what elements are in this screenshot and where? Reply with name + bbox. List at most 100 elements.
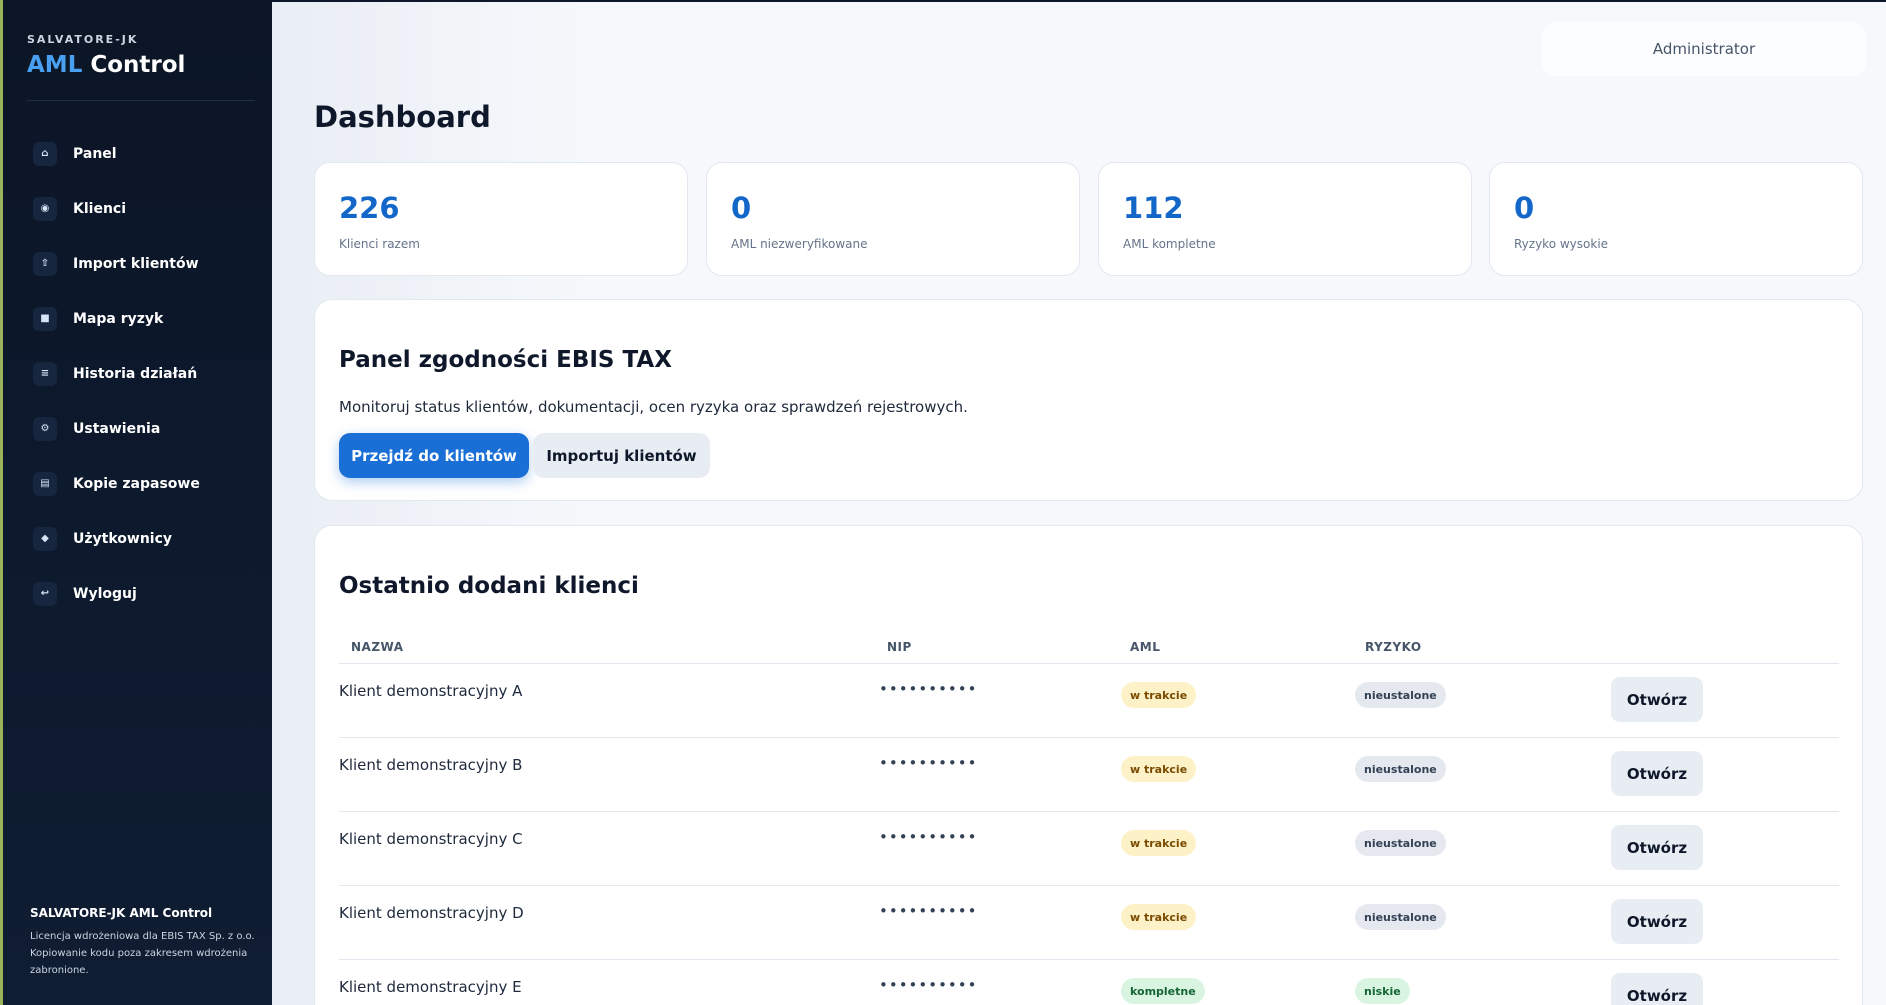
compliance-actions: Przejdź do klientów Importuj klientów xyxy=(339,433,710,478)
stat-label: AML kompletne xyxy=(1123,237,1216,251)
aml-status-badge: w trakcie xyxy=(1121,682,1197,708)
stat-label: AML niezweryfikowane xyxy=(731,237,868,251)
open-client-button[interactable]: Otwórz xyxy=(1611,899,1703,944)
risk-badge: nieustalone xyxy=(1355,682,1446,708)
table-row: Klient demonstracyjny B •••••••••• w tra… xyxy=(339,738,1839,812)
column-header-nip: NIP xyxy=(887,640,912,654)
sidebar-item-label: Panel xyxy=(73,145,117,162)
map-icon: ■ xyxy=(33,306,57,331)
stat-card-high-risk: 0 Ryzyko wysokie xyxy=(1489,162,1863,276)
client-nip: •••••••••• xyxy=(879,976,978,994)
table-row: Klient demonstracyjny D •••••••••• w tra… xyxy=(339,886,1839,960)
client-nip: •••••••••• xyxy=(879,902,978,920)
recent-clients-table: NAZWA NIP AML RYZYKO Klient demonstracyj… xyxy=(339,630,1839,1005)
sidebar-item-klienci[interactable]: ◉ Klienci xyxy=(27,181,257,236)
brand-title: AML Control xyxy=(27,52,255,78)
sidebar-item-label: Użytkownicy xyxy=(73,530,173,547)
brand-subtitle: SALVATORE-JK xyxy=(27,33,139,46)
client-name: Klient demonstracyjny D xyxy=(339,904,524,922)
stat-value: 112 xyxy=(1123,191,1184,225)
risk-badge: nieustalone xyxy=(1355,756,1446,782)
sidebar-item-backups[interactable]: ▤ Kopie zapasowe xyxy=(27,456,257,511)
table-row: Klient demonstracyjny A •••••••••• w tra… xyxy=(339,664,1839,738)
stat-label: Ryzyko wysokie xyxy=(1514,237,1609,251)
aml-status-badge: w trakcie xyxy=(1121,904,1197,930)
sidebar-item-settings[interactable]: ⚙ Ustawienia xyxy=(27,401,257,456)
open-client-button[interactable]: Otwórz xyxy=(1611,973,1703,1005)
brand-title-accent: AML xyxy=(27,52,83,78)
client-nip: •••••••••• xyxy=(879,754,978,772)
user-menu[interactable]: Administrator xyxy=(1542,22,1866,76)
brand: SALVATORE-JK AML Control xyxy=(27,33,255,78)
client-name: Klient demonstracyjny C xyxy=(339,830,523,848)
top-border xyxy=(272,0,1886,2)
sidebar: SALVATORE-JK AML Control ⌂ Panel ◉ Klien… xyxy=(0,0,272,1005)
sidebar-item-logout[interactable]: ↩ Wyloguj xyxy=(27,566,257,621)
sidebar-item-label: Wyloguj xyxy=(73,585,137,602)
client-name: Klient demonstracyjny B xyxy=(339,756,523,774)
open-client-button[interactable]: Otwórz xyxy=(1611,751,1703,796)
sidebar-item-import[interactable]: ⇧ Import klientów xyxy=(27,236,257,291)
sidebar-item-label: Historia działań xyxy=(73,365,198,382)
sidebar-item-label: Mapa ryzyk xyxy=(73,310,164,327)
compliance-panel: Panel zgodności EBIS TAX Monitoruj statu… xyxy=(314,299,1863,501)
stat-label: Klienci razem xyxy=(339,237,420,251)
risk-badge: niskie xyxy=(1355,978,1410,1004)
stat-card-aml-unverified: 0 AML niezweryfikowane xyxy=(706,162,1080,276)
footer-license-line: Kopiowanie kodu poza zakresem wdrożenia xyxy=(30,948,248,959)
table-header: NAZWA NIP AML RYZYKO xyxy=(339,630,1839,664)
import-clients-button[interactable]: Importuj klientów xyxy=(533,433,710,478)
footer-title: SALVATORE-JK AML Control xyxy=(30,906,213,920)
brand-title-rest: Control xyxy=(90,52,186,78)
aml-status-badge: w trakcie xyxy=(1121,756,1197,782)
gear-icon: ⚙ xyxy=(33,416,57,441)
brand-divider xyxy=(27,100,255,101)
client-nip: •••••••••• xyxy=(879,680,978,698)
column-header-aml: AML xyxy=(1130,640,1161,654)
footer-license-line: Licencja wdrożeniowa dla EBIS TAX Sp. z … xyxy=(30,931,255,942)
table-row: Klient demonstracyjny E •••••••••• kompl… xyxy=(339,960,1839,1005)
client-name: Klient demonstracyjny E xyxy=(339,978,522,996)
aml-status-badge: w trakcie xyxy=(1121,830,1197,856)
users-icon: ◉ xyxy=(33,196,57,221)
sidebar-item-users[interactable]: ◆ Użytkownicy xyxy=(27,511,257,566)
open-client-button[interactable]: Otwórz xyxy=(1611,677,1703,722)
footer-license-line: zabronione. xyxy=(30,965,89,976)
recent-clients-panel: Ostatnio dodani klienci NAZWA NIP AML RY… xyxy=(314,525,1863,1005)
sidebar-item-history[interactable]: ≡ Historia działań xyxy=(27,346,257,401)
sidebar-item-label: Ustawienia xyxy=(73,420,161,437)
stats-row: 226 Klienci razem 0 AML niezweryfikowane… xyxy=(314,162,1863,276)
sidebar-footer: SALVATORE-JK AML Control Licencja wdroże… xyxy=(30,906,258,979)
page-title: Dashboard xyxy=(314,100,491,134)
table-row: Klient demonstracyjny C •••••••••• w tra… xyxy=(339,812,1839,886)
sidebar-item-label: Klienci xyxy=(73,200,127,217)
aml-status-badge: kompletne xyxy=(1121,978,1205,1004)
main-content: Administrator Dashboard 226 Klienci raze… xyxy=(272,0,1886,1005)
column-header-risk: RYZYKO xyxy=(1365,640,1422,654)
sidebar-item-panel[interactable]: ⌂ Panel xyxy=(27,126,257,181)
compliance-title: Panel zgodności EBIS TAX xyxy=(339,347,672,373)
stat-value: 0 xyxy=(1514,191,1535,225)
client-name: Klient demonstracyjny A xyxy=(339,682,523,700)
user-icon: ◆ xyxy=(33,526,57,551)
risk-badge: nieustalone xyxy=(1355,904,1446,930)
open-client-button[interactable]: Otwórz xyxy=(1611,825,1703,870)
stat-card-clients-total: 226 Klienci razem xyxy=(314,162,688,276)
upload-icon: ⇧ xyxy=(33,251,57,276)
go-to-clients-button[interactable]: Przejdź do klientów xyxy=(339,433,529,478)
backup-icon: ▤ xyxy=(33,471,57,496)
risk-badge: nieustalone xyxy=(1355,830,1446,856)
sidebar-item-risk-map[interactable]: ■ Mapa ryzyk xyxy=(27,291,257,346)
column-header-name: NAZWA xyxy=(351,640,404,654)
sidebar-item-label: Import klientów xyxy=(73,255,199,272)
history-icon: ≡ xyxy=(33,361,57,386)
compliance-description: Monitoruj status klientów, dokumentacji,… xyxy=(339,398,968,416)
stat-card-aml-complete: 112 AML kompletne xyxy=(1098,162,1472,276)
sidebar-nav: ⌂ Panel ◉ Klienci ⇧ Import klientów ■ Ma… xyxy=(27,126,257,621)
client-nip: •••••••••• xyxy=(879,828,978,846)
logout-icon: ↩ xyxy=(33,581,57,606)
recent-clients-title: Ostatnio dodani klienci xyxy=(339,573,639,599)
stat-value: 226 xyxy=(339,191,400,225)
home-icon: ⌂ xyxy=(33,141,57,166)
stat-value: 0 xyxy=(731,191,752,225)
